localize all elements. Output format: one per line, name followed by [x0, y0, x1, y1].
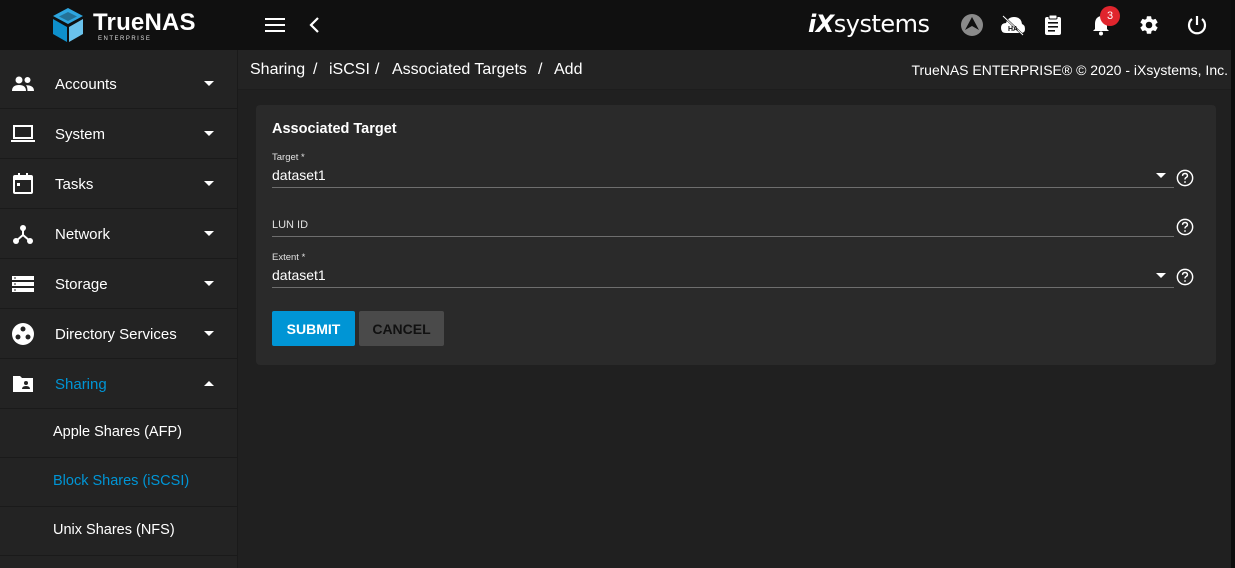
- window-edge: [1231, 0, 1235, 568]
- clipboard-icon: [1045, 14, 1061, 35]
- caret-down-icon: [204, 281, 214, 286]
- sidebar-item-accounts[interactable]: Accounts: [0, 60, 238, 109]
- directory-icon: [12, 323, 34, 345]
- target-select[interactable]: Target * dataset1: [272, 152, 1174, 192]
- ixsystems-logo[interactable]: iXsystems: [808, 10, 930, 38]
- breadcrumb-item-add: Add: [554, 61, 583, 78]
- caret-down-icon: [204, 131, 214, 136]
- breadcrumb: Sharing / iSCSI / Associated Targets / A…: [238, 50, 1231, 90]
- sidebar-subitem-label: Unix Shares (NFS): [53, 522, 175, 538]
- ixsystems-logo-ix: iX: [808, 10, 834, 38]
- calendar-icon: [13, 173, 33, 194]
- breadcrumb-item-associated-targets[interactable]: Associated Targets: [392, 61, 527, 79]
- sidebar: Accounts System Tasks Network Storage Di…: [0, 50, 238, 568]
- breadcrumb-separator: /: [313, 61, 318, 78]
- caret-down-icon: [204, 181, 214, 186]
- sidebar-item-system[interactable]: System: [0, 110, 238, 159]
- caret-down-icon: [204, 81, 214, 86]
- sidebar-item-label: Storage: [55, 276, 108, 293]
- cancel-button[interactable]: CANCEL: [359, 311, 444, 346]
- help-icon[interactable]: [1176, 268, 1194, 286]
- chevron-left-icon: [309, 17, 319, 33]
- sidebar-item-network[interactable]: Network: [0, 210, 238, 259]
- caret-down-icon: [204, 231, 214, 236]
- top-toolbar: TrueNAS ENTERPRISE iXsystems HA 3: [0, 0, 1235, 50]
- sidebar-item-label: Sharing: [55, 376, 107, 393]
- breadcrumb-item-sharing[interactable]: Sharing: [250, 61, 305, 79]
- extent-select[interactable]: Extent * dataset1: [272, 252, 1174, 292]
- sidebar-item-sharing[interactable]: Sharing: [0, 360, 238, 409]
- gear-icon: [1140, 16, 1158, 34]
- lun-id-input[interactable]: LUN ID: [272, 216, 1174, 242]
- form-title: Associated Target: [272, 121, 397, 137]
- dropdown-arrow-icon: [1156, 273, 1166, 278]
- extent-value: dataset1: [272, 267, 326, 283]
- lun-id-underline: [272, 236, 1174, 237]
- sidebar-subitem-nfs[interactable]: Unix Shares (NFS): [0, 507, 238, 556]
- sidebar-item-tasks[interactable]: Tasks: [0, 160, 238, 209]
- breadcrumb-item-iscsi[interactable]: iSCSI: [329, 61, 370, 79]
- truecommand-button[interactable]: [960, 13, 984, 37]
- logo-subtitle: ENTERPRISE: [98, 36, 152, 42]
- collapse-sidebar-button[interactable]: [303, 13, 327, 37]
- lun-id-label: LUN ID: [272, 219, 309, 231]
- sidebar-item-directory-services[interactable]: Directory Services: [0, 310, 238, 359]
- breadcrumb-separator: /: [538, 61, 543, 78]
- power-button[interactable]: [1185, 13, 1209, 37]
- power-icon: [1187, 16, 1207, 35]
- ha-status-button[interactable]: HA: [1000, 13, 1026, 37]
- network-icon: [13, 225, 33, 244]
- ha-label: HA: [1008, 26, 1018, 33]
- target-value: dataset1: [272, 167, 326, 183]
- sidebar-item-label: Network: [55, 226, 111, 243]
- extent-underline: [272, 287, 1174, 288]
- sidebar-subitem-afp[interactable]: Apple Shares (AFP): [0, 409, 238, 458]
- settings-button[interactable]: [1137, 13, 1161, 37]
- tasks-button[interactable]: [1041, 13, 1065, 37]
- sidebar-item-label: Tasks: [55, 176, 94, 193]
- sidebar-subitem-label: Block Shares (iSCSI): [53, 473, 190, 489]
- logo-text: TrueNAS: [93, 9, 196, 36]
- truenas-logo[interactable]: TrueNAS ENTERPRISE: [50, 7, 200, 45]
- help-icon[interactable]: [1176, 169, 1194, 187]
- truecommand-icon: [961, 14, 983, 36]
- submit-button[interactable]: SUBMIT: [272, 311, 355, 346]
- sidebar-item-label: Accounts: [55, 76, 117, 93]
- copyright-text: TrueNAS ENTERPRISE® © 2020 - iXsystems, …: [911, 62, 1228, 78]
- people-icon: [12, 76, 34, 91]
- hamburger-icon: [265, 18, 285, 32]
- help-icon[interactable]: [1176, 218, 1194, 236]
- folder-shared-icon: [13, 376, 33, 392]
- breadcrumb-separator: /: [375, 61, 380, 78]
- sidebar-item-label: Directory Services: [55, 326, 177, 343]
- main-content: Associated Target Target * dataset1 LUN …: [238, 90, 1231, 568]
- caret-up-icon: [204, 381, 214, 386]
- associated-target-form: Associated Target Target * dataset1 LUN …: [256, 105, 1216, 365]
- target-label: Target *: [272, 152, 305, 163]
- ha-cloud-icon: HA: [1001, 15, 1025, 36]
- sidebar-subitem-iscsi[interactable]: Block Shares (iSCSI): [0, 458, 238, 507]
- dropdown-arrow-icon: [1156, 173, 1166, 178]
- laptop-icon: [11, 125, 35, 142]
- extent-label: Extent *: [272, 252, 306, 263]
- ixsystems-logo-text: systems: [833, 10, 930, 38]
- sidebar-subitem-label: Apple Shares (AFP): [53, 424, 182, 440]
- storage-icon: [12, 276, 34, 292]
- truenas-logo-icon: [53, 8, 83, 42]
- target-underline: [272, 187, 1174, 188]
- sidebar-item-storage[interactable]: Storage: [0, 260, 238, 309]
- notification-badge: 3: [1100, 6, 1120, 26]
- caret-down-icon: [204, 331, 214, 336]
- sidebar-item-label: System: [55, 126, 106, 143]
- menu-toggle-button[interactable]: [263, 13, 287, 37]
